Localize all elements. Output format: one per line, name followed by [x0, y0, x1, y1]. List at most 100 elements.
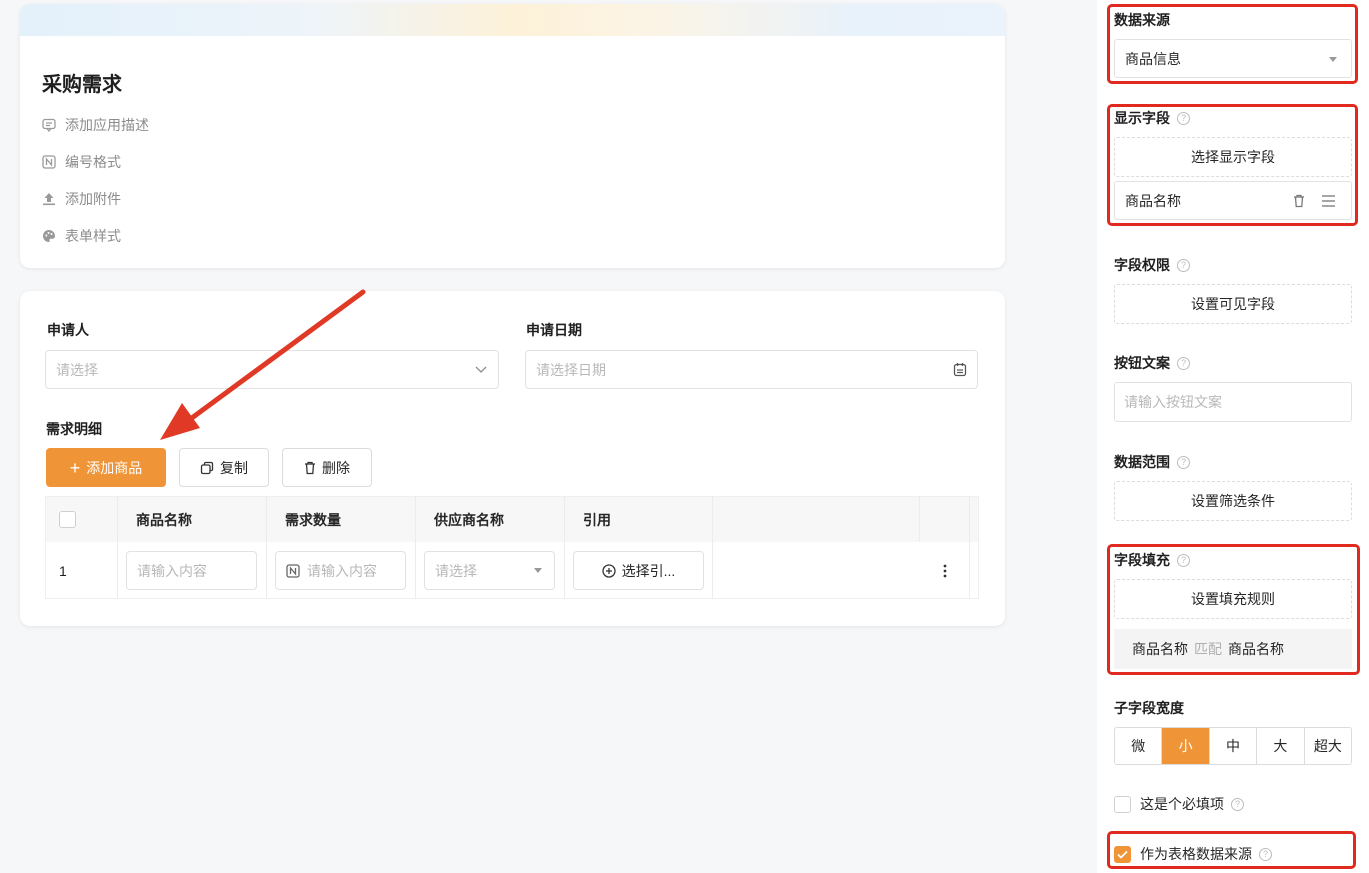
add-attachment-link[interactable]: 添加附件 [42, 189, 121, 209]
data-source-label-text: 数据来源 [1114, 12, 1170, 28]
page-title[interactable]: 采购需求 [42, 68, 122, 97]
caret-down-icon [1329, 57, 1337, 62]
button-text-placeholder: 请输入按钮文案 [1124, 394, 1222, 410]
delete-button[interactable]: 删除 [282, 448, 372, 487]
meta-label: 添加应用描述 [65, 117, 149, 133]
select-all-checkbox[interactable] [59, 511, 76, 528]
supplier-placeholder: 请选择 [435, 562, 477, 579]
button-text-input[interactable]: 请输入按钮文案 [1114, 382, 1352, 422]
copy-icon [200, 461, 214, 475]
column-header-reference: 引用 [565, 497, 713, 542]
table-source-option: 作为表格数据来源 ? [1114, 844, 1272, 864]
select-display-field-button[interactable]: 选择显示字段 [1114, 137, 1352, 177]
number-format-icon [42, 155, 56, 169]
annotation-arrow [160, 289, 366, 440]
table-source-checkbox[interactable] [1114, 845, 1131, 863]
width-option-medium[interactable]: 中 [1210, 728, 1258, 764]
name-placeholder: 请输入内容 [137, 562, 207, 579]
column-header-supplier: 供应商名称 [416, 497, 565, 542]
fill-rule-item[interactable]: 商品名称 匹配 商品名称 [1114, 629, 1352, 669]
applicant-placeholder: 请选择 [56, 361, 98, 378]
quantity-input[interactable]: 请输入内容 [275, 551, 406, 590]
display-field-item-label: 商品名称 [1125, 192, 1181, 209]
row-actions-cell [920, 542, 970, 599]
form-header-card: 采购需求 添加应用描述 编号格式 添加附件 表单样式 [20, 4, 1005, 268]
help-icon[interactable]: ? [1231, 797, 1244, 811]
data-source-value: 商品信息 [1125, 50, 1181, 67]
field-fill-label-text: 字段填充 [1114, 552, 1170, 568]
help-icon[interactable]: ? [1177, 455, 1190, 469]
help-icon[interactable]: ? [1177, 258, 1190, 272]
button-text-label: 按钮文案 ? [1114, 353, 1190, 373]
palette-icon [42, 229, 56, 243]
table-source-label: 作为表格数据来源 [1140, 846, 1252, 862]
fill-rule-match: 匹配 [1194, 641, 1222, 657]
detail-label: 需求明细 [46, 421, 102, 437]
data-source-label: 数据来源 [1114, 10, 1170, 30]
fill-rule-source: 商品名称 [1132, 641, 1188, 657]
column-header-actions [920, 497, 970, 542]
meta-label: 添加附件 [65, 191, 121, 207]
set-filter-label: 设置筛选条件 [1191, 493, 1275, 509]
more-vertical-icon[interactable] [943, 564, 947, 578]
product-name-input[interactable]: 请输入内容 [126, 551, 257, 590]
form-canvas: 采购需求 添加应用描述 编号格式 添加附件 表单样式 申请人 请选择 申请日期 … [0, 0, 1025, 873]
copy-button[interactable]: 复制 [179, 448, 269, 487]
table-header: 商品名称 需求数量 供应商名称 引用 [46, 497, 978, 542]
reference-cell: 选择引... [565, 542, 713, 599]
required-label: 这是个必填项 [1140, 796, 1224, 812]
row-index: 1 [46, 542, 118, 599]
display-field-label: 显示字段 ? [1114, 108, 1190, 128]
subfield-width-label: 子字段宽度 [1114, 698, 1184, 718]
trash-icon[interactable] [1293, 194, 1305, 208]
set-filter-button[interactable]: 设置筛选条件 [1114, 481, 1352, 521]
width-option-micro[interactable]: 微 [1115, 728, 1163, 764]
width-option-large[interactable]: 大 [1257, 728, 1305, 764]
help-icon[interactable]: ? [1177, 111, 1190, 125]
applicant-label: 申请人 [47, 322, 89, 338]
supplier-select[interactable]: 请选择 [424, 551, 555, 590]
chevron-down-icon [474, 362, 488, 379]
header-banner [20, 4, 1005, 36]
data-range-label-text: 数据范围 [1114, 454, 1170, 470]
copy-label: 复制 [220, 459, 248, 476]
comment-icon [42, 118, 56, 132]
plus-icon: + [69, 457, 81, 478]
field-permission-label-text: 字段权限 [1114, 257, 1170, 273]
caret-down-icon [534, 568, 542, 573]
help-icon[interactable]: ? [1259, 847, 1272, 861]
detail-table: 商品名称 需求数量 供应商名称 引用 1 请输入内容 请输入内容 请选择 选择引… [45, 496, 979, 599]
name-cell: 请输入内容 [118, 542, 267, 599]
help-icon[interactable]: ? [1177, 356, 1190, 370]
data-source-select[interactable]: 商品信息 [1114, 39, 1352, 78]
width-option-small[interactable]: 小 [1162, 728, 1210, 764]
date-picker[interactable]: 请选择日期 [525, 350, 978, 389]
required-option: 这是个必填项 ? [1114, 794, 1244, 814]
empty-cell [713, 542, 920, 599]
set-fill-rule-button[interactable]: 设置填充规则 [1114, 579, 1352, 619]
upload-icon [42, 192, 56, 206]
select-reference-button[interactable]: 选择引... [573, 551, 704, 590]
column-header-empty [713, 497, 920, 542]
form-style-link[interactable]: 表单样式 [42, 226, 121, 246]
button-text-label-text: 按钮文案 [1114, 355, 1170, 371]
add-product-button[interactable]: + 添加商品 [46, 448, 166, 487]
date-placeholder: 请选择日期 [536, 361, 606, 378]
width-option-xlarge[interactable]: 超大 [1305, 728, 1351, 764]
number-format-link[interactable]: 编号格式 [42, 152, 121, 172]
add-description-link[interactable]: 添加应用描述 [42, 115, 149, 135]
set-visible-fields-label: 设置可见字段 [1191, 296, 1275, 312]
set-fill-rule-label: 设置填充规则 [1191, 591, 1275, 607]
drag-handle-icon[interactable] [1322, 195, 1335, 207]
trash-icon [304, 461, 316, 475]
column-header-name: 商品名称 [118, 497, 267, 542]
column-header-qty: 需求数量 [267, 497, 416, 542]
select-display-field-label: 选择显示字段 [1191, 149, 1275, 165]
set-visible-fields-button[interactable]: 设置可见字段 [1114, 284, 1352, 324]
meta-label: 编号格式 [65, 154, 121, 170]
calendar-icon [953, 362, 967, 380]
help-icon[interactable]: ? [1177, 553, 1190, 567]
required-checkbox[interactable] [1114, 795, 1131, 813]
meta-label: 表单样式 [65, 228, 121, 244]
add-product-label: 添加商品 [86, 459, 143, 476]
